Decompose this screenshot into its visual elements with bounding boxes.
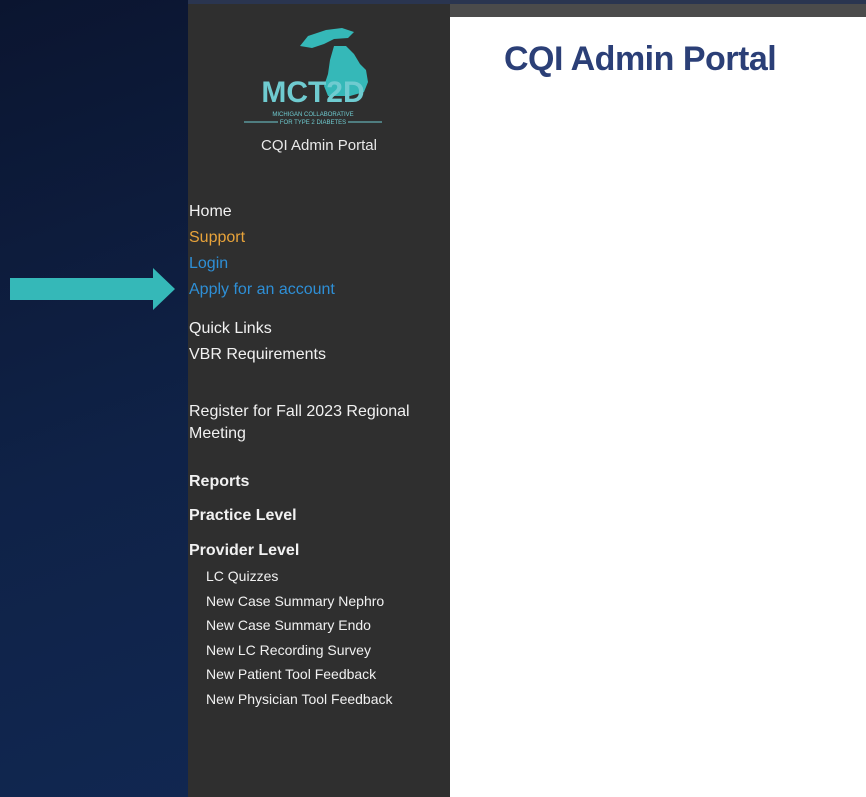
nav-sub-patient-tool-feedback[interactable]: New Patient Tool Feedback [206,666,376,682]
page-title: CQI Admin Portal [504,40,777,78]
nav-quick-links[interactable]: Quick Links [189,320,272,338]
nav-sub-physician-tool-feedback[interactable]: New Physician Tool Feedback [206,691,393,707]
nav-reports-heading: Reports [189,473,250,490]
logo-subtitle-2: FOR TYPE 2 DIABETES [280,120,346,126]
nav-apply-for-account[interactable]: Apply for an account [189,281,335,299]
nav-sub-lc-recording-survey[interactable]: New LC Recording Survey [206,642,371,658]
nav-provider-level[interactable]: Provider Level [189,542,299,560]
nav-register-line1[interactable]: Register for Fall 2023 Regional [189,403,410,421]
main-content: CQI Admin Portal [450,4,866,797]
nav-practice-level[interactable]: Practice Level [189,507,297,525]
logo-text: MCT2D [261,76,364,109]
nav-sub-case-summary-nephro[interactable]: New Case Summary Nephro [206,593,384,609]
nav-support[interactable]: Support [189,229,245,247]
michigan-map-logo: MCT2D MICHIGAN COLLABORATIVE FOR TYPE 2 … [244,28,382,126]
main-topbar [450,4,866,17]
nav-vbr-requirements[interactable]: VBR Requirements [189,346,326,364]
logo-caption: CQI Admin Portal [261,137,377,154]
nav-login[interactable]: Login [189,255,228,273]
right-arrow-icon [10,268,175,310]
logo-subtitle-1: MICHIGAN COLLABORATIVE [272,112,353,118]
sidebar: MCT2D MICHIGAN COLLABORATIVE FOR TYPE 2 … [188,4,450,797]
nav-register-line2[interactable]: Meeting [189,425,246,443]
nav-sub-lc-quizzes[interactable]: LC Quizzes [206,568,278,584]
nav-sub-case-summary-endo[interactable]: New Case Summary Endo [206,617,371,633]
nav-home[interactable]: Home [189,203,232,221]
